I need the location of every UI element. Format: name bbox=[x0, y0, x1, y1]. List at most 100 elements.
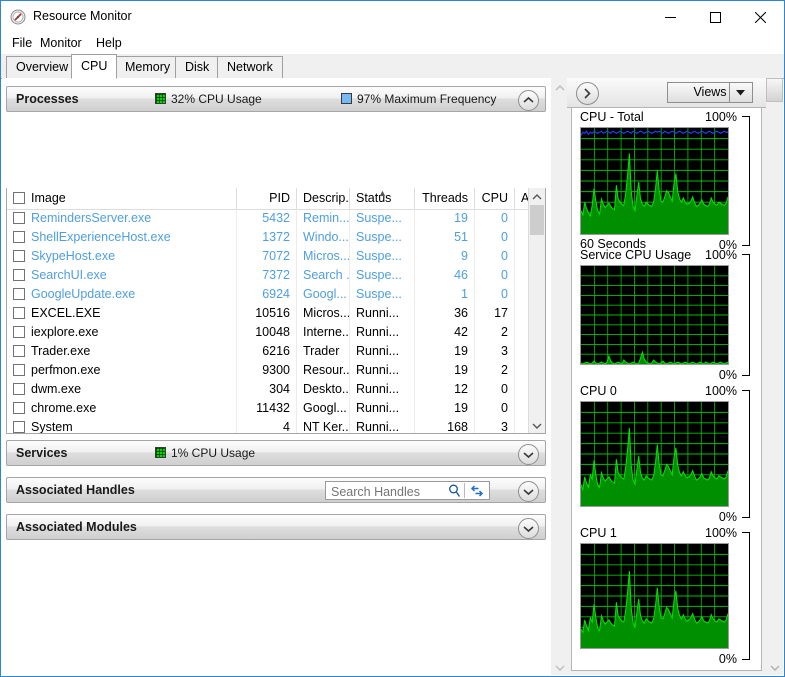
refresh-icon[interactable] bbox=[470, 484, 484, 501]
cell-image: iexplore.exe bbox=[7, 323, 237, 342]
tab-disk[interactable]: Disk bbox=[175, 56, 220, 78]
left-content-pane: Processes 32% CPU Usage 97% Maximum Freq… bbox=[2, 78, 550, 675]
graph-pane-scrollbar[interactable] bbox=[766, 78, 783, 675]
column-header-threads[interactable]: Threads bbox=[415, 188, 475, 209]
cell-status: Runni... bbox=[350, 361, 415, 380]
cell-image: RemindersServer.exe bbox=[7, 209, 237, 228]
associated-modules-section-header[interactable]: Associated Modules bbox=[6, 514, 546, 540]
graph-title: CPU - Total bbox=[580, 110, 644, 124]
graph-plot-area bbox=[580, 401, 729, 507]
cell-description: Search ... bbox=[297, 266, 350, 285]
cell-cpu: 3 bbox=[475, 418, 515, 433]
cell-threads: 9 bbox=[415, 247, 475, 266]
menu-help[interactable]: Help bbox=[91, 35, 127, 52]
associated-handles-expand-button[interactable] bbox=[518, 481, 539, 502]
expand-graph-pane-button[interactable] bbox=[576, 82, 599, 105]
cell-image: ShellExperienceHost.exe bbox=[7, 228, 237, 247]
cell-threads: 168 bbox=[415, 418, 475, 433]
table-row[interactable]: dwm.exe304Deskto...Runni...1201.31 bbox=[7, 380, 545, 399]
table-row[interactable]: System4NT Ker...Runni...16830.95 bbox=[7, 418, 545, 433]
processes-section-header[interactable]: Processes 32% CPU Usage 97% Maximum Freq… bbox=[6, 86, 546, 112]
cell-pid: 304 bbox=[237, 380, 297, 399]
table-row[interactable]: perfmon.exe9300Resour...Runni...1921.53 bbox=[7, 361, 545, 380]
table-row[interactable]: EXCEL.EXE10516Micros...Runni...36177.55 bbox=[7, 304, 545, 323]
table-row[interactable]: ShellExperienceHost.exe 1372 Windo... Suspe… bbox=[7, 228, 545, 247]
views-dropdown-arrow[interactable] bbox=[729, 83, 752, 102]
column-header-pid[interactable]: PID bbox=[237, 188, 297, 209]
scroll-down-button[interactable] bbox=[529, 417, 545, 433]
table-row[interactable]: iexplore.exe10048Interne...Runni...4222.… bbox=[7, 323, 545, 342]
services-title: Services bbox=[16, 446, 68, 460]
cell-cpu: 2 bbox=[475, 361, 515, 380]
chevron-up-icon bbox=[555, 80, 564, 94]
menu-file[interactable]: File bbox=[7, 35, 37, 52]
table-row[interactable]: SearchUI.exe7372Search ...Suspe...4600.0… bbox=[7, 266, 545, 285]
associated-handles-section-header[interactable]: Associated Handles bbox=[6, 477, 546, 503]
associated-modules-expand-button[interactable] bbox=[518, 518, 539, 539]
scroll-thumb[interactable] bbox=[530, 205, 544, 235]
cell-cpu: 17 bbox=[475, 304, 515, 323]
left-scroll-down-button[interactable] bbox=[551, 658, 568, 675]
cpu-usage-legend-text: 32% CPU Usage bbox=[171, 92, 262, 106]
scroll-up-button[interactable] bbox=[529, 188, 545, 204]
graph-plot-area bbox=[580, 127, 729, 235]
cell-image: perfmon.exe bbox=[7, 361, 237, 380]
cell-image: chrome.exe bbox=[7, 399, 237, 418]
graph-scroll-down-button[interactable] bbox=[766, 658, 783, 675]
cell-description: Deskto... bbox=[297, 380, 350, 399]
graph-max-label: 100% bbox=[705, 526, 737, 540]
graph-title: Service CPU Usage bbox=[580, 248, 692, 262]
cell-status: Runni... bbox=[350, 380, 415, 399]
cell-threads: 1 bbox=[415, 285, 475, 304]
search-handles-input[interactable] bbox=[329, 482, 451, 501]
table-row[interactable]: GoogleUpdate.exe6924Googl...Suspe...100.… bbox=[7, 285, 545, 304]
graph-title: CPU 1 bbox=[580, 526, 617, 540]
processes-collapse-button[interactable] bbox=[518, 90, 539, 111]
left-pane-scrollbar[interactable] bbox=[550, 78, 568, 675]
cell-threads: 51 bbox=[415, 228, 475, 247]
column-header-description[interactable]: Descrip... bbox=[297, 188, 350, 209]
cell-status: Suspe... bbox=[350, 228, 415, 247]
cell-description: Trader bbox=[297, 342, 350, 361]
minimize-button[interactable] bbox=[648, 1, 693, 33]
graph-max-label: 100% bbox=[705, 248, 737, 262]
left-scroll-up-button[interactable] bbox=[551, 78, 568, 95]
menu-monitor[interactable]: Monitor bbox=[35, 35, 87, 52]
maximize-button[interactable] bbox=[693, 1, 738, 33]
column-header-image[interactable]: Image bbox=[7, 188, 237, 209]
column-header-status[interactable]: ▲ Status bbox=[350, 188, 415, 209]
chevron-down-icon bbox=[523, 452, 534, 459]
table-row[interactable]: SkypeHost.exe7072Micros...Suspe...900.00 bbox=[7, 247, 545, 266]
cell-pid: 11432 bbox=[237, 399, 297, 418]
search-handles-box[interactable] bbox=[325, 481, 490, 501]
cell-description: Windo... bbox=[297, 228, 350, 247]
table-row[interactable]: RemindersServer.exe 5432 Remin... Suspe... 1… bbox=[7, 209, 545, 228]
cell-pid: 7072 bbox=[237, 247, 297, 266]
cell-cpu: 2 bbox=[475, 323, 515, 342]
graph-min-label: 0% bbox=[718, 652, 737, 666]
services-expand-button[interactable] bbox=[518, 444, 539, 465]
services-section-header[interactable]: Services 1% CPU Usage bbox=[6, 440, 546, 466]
tab-network[interactable]: Network bbox=[217, 56, 283, 78]
processes-title: Processes bbox=[16, 92, 79, 106]
close-button[interactable] bbox=[738, 1, 783, 33]
cell-description: Interne... bbox=[297, 323, 350, 342]
tab-memory[interactable]: Memory bbox=[115, 56, 181, 78]
graph-toolbar: Views bbox=[567, 78, 766, 108]
tab-cpu[interactable]: CPU bbox=[71, 54, 118, 79]
graph-scroll-thumb[interactable] bbox=[766, 78, 783, 102]
table-row[interactable]: chrome.exe11432Googl...Runni...1901.12 bbox=[7, 399, 545, 418]
column-header-cpu[interactable]: CPU bbox=[475, 188, 515, 209]
magnifier-icon[interactable] bbox=[448, 484, 461, 501]
graph-pane: Views CPU - Total 100% 0% 60 Seconds Service… bbox=[567, 78, 783, 675]
cell-image: Trader.exe bbox=[7, 342, 237, 361]
cell-cpu: 0 bbox=[475, 266, 515, 285]
views-button[interactable]: Views bbox=[667, 82, 753, 103]
processes-table-scrollbar[interactable] bbox=[528, 188, 545, 433]
cell-threads: 12 bbox=[415, 380, 475, 399]
tab-overview[interactable]: Overview bbox=[6, 56, 79, 78]
cell-status: Runni... bbox=[350, 418, 415, 433]
table-row[interactable]: Trader.exe6216TraderRunni...1932.64 bbox=[7, 342, 545, 361]
resource-monitor-window: Resource Monitor File Monitor Help Overv… bbox=[0, 0, 785, 677]
graph-plot-area bbox=[580, 265, 729, 365]
